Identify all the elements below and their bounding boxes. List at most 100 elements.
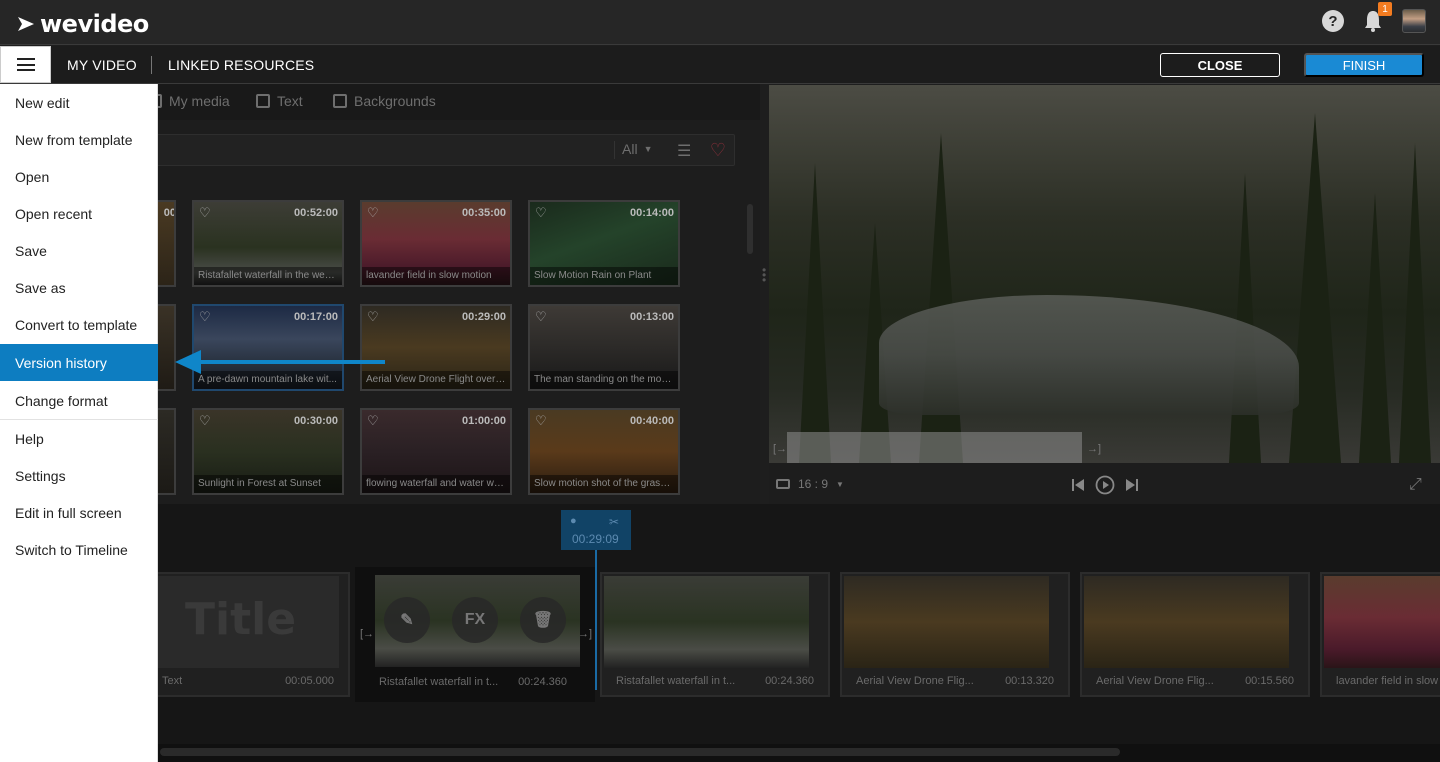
media-duration: 00: [163, 207, 176, 219]
menu-item-edit-in-full-screen[interactable]: Edit in full screen: [0, 494, 158, 531]
clip-thumbnail: [604, 576, 809, 668]
heart-icon[interactable]: ♡: [199, 413, 211, 429]
trim-in-icon[interactable]: [→: [773, 443, 787, 455]
trash-icon[interactable]: 🗑: [520, 597, 566, 643]
media-item[interactable]: ♡ 00:30:00 Sunlight in Forest at Sunset: [192, 408, 344, 495]
heart-icon[interactable]: ♡: [199, 309, 211, 325]
video-preview[interactable]: [769, 85, 1440, 463]
tab-linked-resources[interactable]: LINKED RESOURCES: [168, 57, 314, 73]
menu-item-open-recent[interactable]: Open recent: [0, 195, 158, 232]
heart-icon[interactable]: ♡: [199, 205, 211, 221]
preview-trim-bar[interactable]: [787, 432, 1082, 466]
hamburger-icon: [16, 58, 35, 71]
media-title: Slow Motion Rain on Plant: [530, 267, 678, 285]
fullscreen-icon[interactable]: ⤢: [1409, 476, 1422, 494]
clip-duration: 00:24.360: [518, 676, 567, 688]
media-item[interactable]: ♡ 00:13:00 The man standing on the moun.…: [528, 304, 680, 391]
timeline-clip[interactable]: Aerial View Drone Flig... 00:13.320: [840, 572, 1070, 697]
tab-my-video[interactable]: MY VIDEO: [67, 57, 137, 73]
aspect-ratio-select[interactable]: 16 : 9 ▼: [776, 477, 844, 491]
heart-icon[interactable]: ♡: [535, 205, 547, 221]
timeline-clip[interactable]: lavander field in slow: [1320, 572, 1440, 697]
media-duration: 00:14:00: [629, 207, 674, 219]
media-item[interactable]: ♡ 00:17:00 A pre-dawn mountain lake wit.…: [192, 304, 344, 391]
menu-item-open[interactable]: Open: [0, 158, 158, 195]
clip-trim-start-icon[interactable]: [→: [360, 628, 374, 640]
close-button[interactable]: CLOSE: [1160, 53, 1280, 77]
menu-item-new-edit[interactable]: New edit: [0, 84, 158, 121]
media-scrollbar[interactable]: [747, 204, 753, 254]
sliders-icon[interactable]: ☰: [677, 141, 691, 161]
notifications-button[interactable]: 1: [1362, 2, 1392, 33]
clip-title: Ristafallet waterfall in t...: [616, 675, 736, 687]
clip-title: Text: [162, 675, 183, 687]
tab-label: My media: [169, 93, 230, 109]
clip-duration: 00:24.360: [765, 675, 814, 687]
playback-controls: [1071, 475, 1139, 495]
filter-dropdown[interactable]: All ▼: [622, 141, 652, 157]
heart-icon[interactable]: ♡: [367, 205, 379, 221]
heart-icon[interactable]: ♡: [367, 309, 379, 325]
trim-out-icon[interactable]: →]: [1087, 443, 1101, 455]
aspect-ratio-icon: [776, 479, 790, 489]
heart-icon[interactable]: ♡: [367, 413, 379, 429]
favorites-filter-heart-icon[interactable]: ♡: [705, 137, 731, 163]
media-title: Sunlight in Forest at Sunset: [194, 475, 342, 493]
split-scissors-icon[interactable]: ✂: [609, 515, 619, 529]
avatar[interactable]: [1402, 9, 1426, 33]
media-duration: 00:13:00: [629, 311, 674, 323]
pencil-icon[interactable]: ✎: [384, 597, 430, 643]
timeline-clip[interactable]: Aerial View Drone Flig... 00:15.560: [1080, 572, 1310, 697]
menu-item-help[interactable]: Help: [0, 420, 158, 457]
heart-icon[interactable]: ♡: [535, 309, 547, 325]
menu-item-save[interactable]: Save: [0, 232, 158, 269]
fx-button[interactable]: FX: [452, 597, 498, 643]
media-item[interactable]: ♡ 00:35:00 lavander field in slow motion: [360, 200, 512, 287]
skip-back-icon[interactable]: [1071, 478, 1085, 492]
menu-item-settings[interactable]: Settings: [0, 457, 158, 494]
chevron-down-icon: ▼: [836, 479, 844, 489]
panel-resize-handle[interactable]: • • •: [762, 264, 766, 286]
menu-item-convert-to-template[interactable]: Convert to template: [0, 306, 158, 343]
help-icon[interactable]: ?: [1322, 10, 1344, 32]
clip-duration: 00:15.560: [1245, 675, 1294, 687]
skip-forward-icon[interactable]: [1125, 478, 1139, 492]
timeline-scrollbar[interactable]: [160, 748, 1120, 756]
menu-item-save-as[interactable]: Save as: [0, 269, 158, 306]
media-item[interactable]: ♡ 00:14:00 Slow Motion Rain on Plant: [528, 200, 680, 287]
menu-button[interactable]: [0, 46, 51, 83]
media-title: A pre-dawn mountain lake wit...: [194, 371, 342, 389]
media-item[interactable]: ♡ 01:00:00 flowing waterfall and water w…: [360, 408, 512, 495]
timeline-clip[interactable]: Ristafallet waterfall in t... 00:24.360: [600, 572, 830, 697]
menu-item-version-history[interactable]: Version history: [0, 344, 158, 381]
clip-title: Aerial View Drone Flig...: [1096, 675, 1214, 687]
divider: [614, 141, 615, 159]
tab-my-media[interactable]: My media: [148, 93, 230, 109]
clip-title: Ristafallet waterfall in t...: [379, 676, 499, 688]
media-title: Aerial View Drone Flight over f...: [362, 371, 510, 389]
heart-icon[interactable]: ♡: [535, 413, 547, 429]
clip-title: Aerial View Drone Flig...: [856, 675, 974, 687]
image-icon: [333, 94, 347, 108]
media-duration: 00:35:00: [461, 207, 506, 219]
media-title: Slow motion shot of the grass s...: [530, 475, 678, 493]
wevideo-logo[interactable]: wevideo: [16, 10, 149, 38]
playhead-time: 00:29:09: [572, 532, 619, 546]
play-icon[interactable]: [1095, 475, 1115, 495]
clip-trim-end-icon[interactable]: →]: [578, 628, 592, 640]
tab-label: Backgrounds: [354, 93, 436, 109]
tab-backgrounds[interactable]: Backgrounds: [333, 93, 436, 109]
media-item[interactable]: ♡ 00:29:00 Aerial View Drone Flight over…: [360, 304, 512, 391]
media-duration: 00:30:00: [293, 415, 338, 427]
tab-text[interactable]: Text: [256, 93, 303, 109]
menu-item-switch-to-timeline[interactable]: Switch to Timeline: [0, 531, 158, 568]
menu-item-new-from-template[interactable]: New from template: [0, 121, 158, 158]
finish-button[interactable]: FINISH: [1304, 53, 1424, 77]
media-item[interactable]: ♡ 00:52:00 Ristafallet waterfall in the …: [192, 200, 344, 287]
menu-item-change-format[interactable]: Change format: [0, 382, 158, 419]
clip-thumbnail: [1084, 576, 1289, 668]
marker-icon[interactable]: ●: [570, 515, 577, 527]
media-item[interactable]: ♡ 00:40:00 Slow motion shot of the grass…: [528, 408, 680, 495]
playhead[interactable]: ● ✂ 00:29:09: [561, 510, 631, 550]
clip-thumbnail: [844, 576, 1049, 668]
